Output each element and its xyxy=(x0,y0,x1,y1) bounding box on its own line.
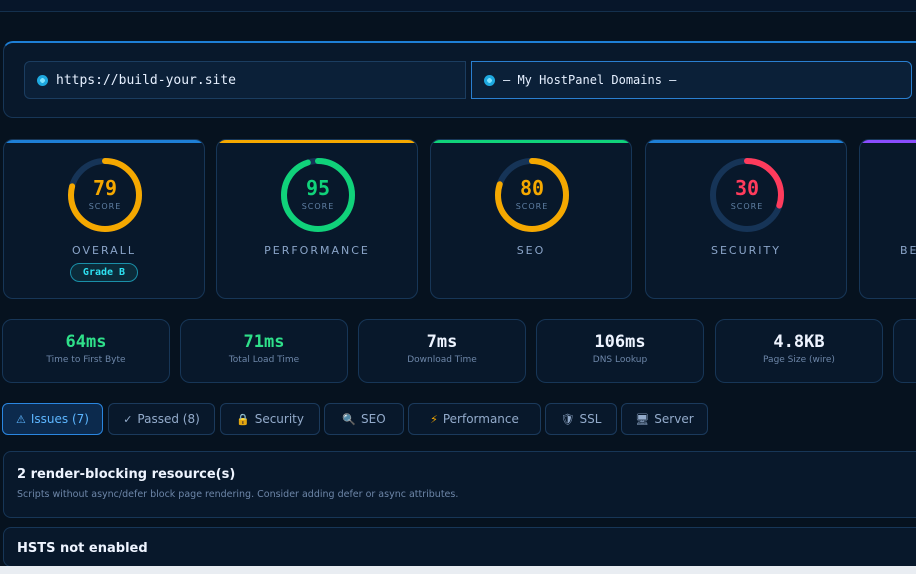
score-title: SECURITY xyxy=(711,244,781,257)
score-title: PERFORMANCE xyxy=(264,244,370,257)
score-ring-overall: 79 SCORE xyxy=(66,156,144,234)
score-card-security: 30 SCORE SECURITY xyxy=(645,139,847,299)
score-label: SCORE xyxy=(515,202,549,211)
check-icon: ✓ xyxy=(123,412,133,426)
score-ring-performance: 95 SCORE xyxy=(279,156,357,234)
card-accent xyxy=(646,140,846,143)
score-ring-seo: 80 SCORE xyxy=(493,156,571,234)
score-value: 95 xyxy=(305,176,331,200)
globe-icon xyxy=(37,74,48,86)
tab-seo[interactable]: 🔍 SEO xyxy=(324,403,404,435)
domain-select-label: — My HostPanel Domains — xyxy=(503,73,677,87)
domain-select[interactable]: — My HostPanel Domains — xyxy=(471,61,912,99)
tab-label: Passed (8) xyxy=(137,412,200,426)
card-accent xyxy=(4,140,204,143)
globe-icon xyxy=(484,74,495,86)
search-icon: 🔍 xyxy=(342,412,357,426)
url-text: https://build-your.site xyxy=(56,72,237,88)
score-title: OVERALL xyxy=(72,244,136,257)
tab-label: Issues (7) xyxy=(30,412,89,426)
metric-value: 64ms xyxy=(65,332,107,352)
bottom-strip xyxy=(0,566,916,574)
tab-label: Performance xyxy=(442,412,519,426)
score-card-overall: 79 SCORE OVERALL Grade B xyxy=(3,139,205,299)
tab-security[interactable]: 🔒 Security xyxy=(220,403,320,435)
warning-icon: ⚠ xyxy=(16,412,26,426)
metric-value: 106ms xyxy=(594,332,646,352)
score-card-partial: BE xyxy=(859,139,916,299)
metric-caption: Page Size (wire) xyxy=(763,355,835,365)
card-accent xyxy=(217,140,417,143)
metric-dns: 106ms DNS Lookup xyxy=(536,319,704,383)
score-label: SCORE xyxy=(301,202,335,211)
metric-ttfb: 64ms Time to First Byte xyxy=(2,319,170,383)
tab-server[interactable]: 🖥 Server xyxy=(621,403,708,435)
score-value: 30 xyxy=(734,176,760,200)
score-card-seo: 80 SCORE SEO xyxy=(430,139,632,299)
metric-download: 7ms Download Time xyxy=(358,319,526,383)
score-value: 79 xyxy=(92,176,118,200)
metric-value: 7ms xyxy=(426,332,458,352)
metric-caption: Time to First Byte xyxy=(46,355,126,365)
metric-caption: DNS Lookup xyxy=(592,355,648,365)
metric-total-load: 71ms Total Load Time xyxy=(180,319,348,383)
tab-label: Server xyxy=(654,412,694,426)
top-bar xyxy=(0,0,916,12)
metric-value: 4.8KB xyxy=(773,332,825,352)
score-value: 80 xyxy=(519,176,545,200)
metric-partial xyxy=(893,319,916,383)
tab-label: Security xyxy=(254,412,304,426)
issue-description: Scripts without async/defer block page r… xyxy=(17,489,459,500)
card-accent xyxy=(860,140,916,143)
score-title: SEO xyxy=(516,244,546,257)
shield-icon: 🛡 xyxy=(560,412,575,426)
tab-performance[interactable]: ⚡ Performance xyxy=(408,403,541,435)
grade-badge: Grade B xyxy=(70,263,138,282)
metric-page-size: 4.8KB Page Size (wire) xyxy=(715,319,883,383)
score-card-performance: 95 SCORE PERFORMANCE xyxy=(216,139,418,299)
tab-label: SSL xyxy=(579,412,602,426)
tab-label: SEO xyxy=(361,412,386,426)
score-label: SCORE xyxy=(730,202,764,211)
score-label: SCORE xyxy=(88,202,122,211)
url-panel: https://build-your.site — My HostPanel D… xyxy=(3,41,916,118)
score-title: BE xyxy=(900,244,916,257)
url-input[interactable]: https://build-your.site xyxy=(24,61,466,99)
metric-value: 71ms xyxy=(243,332,285,352)
lightning-icon: ⚡ xyxy=(430,412,438,426)
issue-item[interactable]: 2 render-blocking resource(s) Scripts wi… xyxy=(3,451,916,518)
card-accent xyxy=(431,140,631,143)
issue-title: HSTS not enabled xyxy=(17,541,148,556)
server-icon: 🖥 xyxy=(635,412,650,426)
issue-title: 2 render-blocking resource(s) xyxy=(17,467,236,482)
lock-icon: 🔒 xyxy=(236,412,250,426)
tab-passed[interactable]: ✓ Passed (8) xyxy=(108,403,215,435)
metric-caption: Total Load Time xyxy=(228,355,300,365)
issue-item[interactable]: HSTS not enabled xyxy=(3,527,916,567)
tab-issues[interactable]: ⚠ Issues (7) xyxy=(2,403,103,435)
score-ring-security: 30 SCORE xyxy=(708,156,786,234)
metric-caption: Download Time xyxy=(407,355,477,365)
tab-ssl[interactable]: 🛡 SSL xyxy=(545,403,617,435)
